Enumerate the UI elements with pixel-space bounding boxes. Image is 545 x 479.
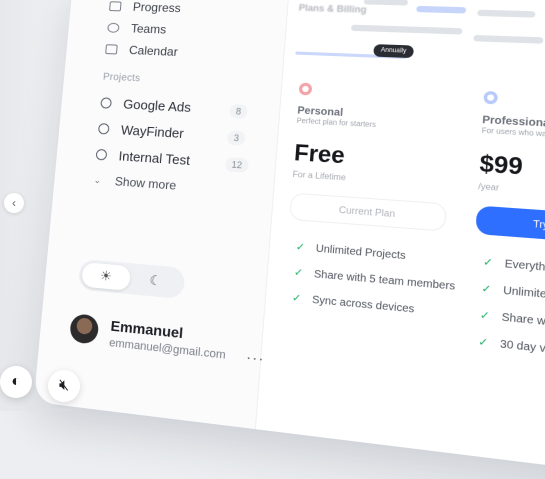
sidebar-item-teams[interactable]: Teams: [107, 21, 167, 37]
sidebar-item-label: Calendar: [128, 43, 179, 59]
project-count-badge: 3: [226, 130, 246, 146]
project-dot-icon: [100, 97, 112, 109]
show-more-button[interactable]: ⌄ Show more: [93, 173, 177, 193]
chevron-down-icon: ⌄: [93, 174, 102, 185]
projects-title: Projects: [102, 71, 141, 85]
theme-toggle[interactable]: ☀ ☾: [77, 258, 186, 300]
plan-feature: ✓ Share with 5 team members: [293, 267, 455, 293]
project-label: Google Ads: [122, 96, 192, 116]
calendar-icon: [105, 44, 118, 55]
sidebar: Progress Teams Calendar Projects Google …: [33, 0, 291, 430]
check-icon: ✓: [291, 292, 302, 306]
sun-icon[interactable]: ☀: [81, 262, 132, 291]
profile-email: emmanuel@gmail.com: [108, 336, 227, 362]
plan-price: $99: [478, 150, 524, 180]
app-stage: Progress Teams Calendar Projects Google …: [33, 0, 545, 479]
sidebar-project-internal-test[interactable]: Internal Test: [95, 147, 191, 168]
plan-subtitle: Perfect plan for starters: [296, 117, 377, 130]
check-icon: ✓: [481, 283, 492, 297]
project-dot-icon: [95, 148, 108, 161]
mute-icon[interactable]: 🔇︎: [48, 370, 80, 402]
feature-label: Share with 5 team members: [313, 268, 456, 293]
sidebar-item-label: Progress: [132, 0, 182, 16]
feature-label: Everything in Free: [504, 258, 545, 278]
plan-note: /year: [477, 181, 500, 193]
plan-feature: ✓ Share with 5: [479, 310, 545, 331]
plan-badge-icon: [483, 90, 499, 105]
blurred-tab: [416, 5, 467, 14]
check-icon: ✓: [477, 336, 489, 350]
page-title: Plans & Billing: [298, 2, 367, 15]
check-icon: ✓: [295, 241, 306, 254]
show-more-label: Show more: [114, 174, 177, 193]
plan-note: For a Lifetime: [292, 169, 347, 183]
project-label: WayFinder: [120, 122, 185, 142]
blurred-tab: [363, 0, 409, 6]
moon-icon[interactable]: ☾: [130, 266, 181, 295]
feature-label: Share with 5: [501, 311, 545, 331]
check-icon: ✓: [479, 309, 491, 323]
team-icon: [107, 22, 120, 33]
plan-badge-icon: [298, 82, 313, 96]
feature-label: Sync across devices: [311, 294, 415, 316]
sidebar-item-progress[interactable]: Progress: [109, 0, 182, 16]
plan-feature: ✓ Unlimited Projects: [481, 283, 545, 306]
main-panel: Plans & Billing Annually Personal Perfec…: [256, 0, 545, 479]
current-plan-button[interactable]: Current Plan: [289, 192, 447, 232]
plan-subtitle: For users who want to do more: [481, 127, 545, 141]
try-for-free-button[interactable]: Try for free: [475, 205, 545, 247]
plan-feature: ✓ Unlimited Projects: [295, 242, 406, 263]
project-count-badge: 8: [229, 103, 248, 120]
feature-label: Unlimited Projects: [315, 243, 407, 263]
plan-feature: ✓ 30 day version: [478, 336, 545, 358]
blurred-row: [350, 24, 463, 35]
app-window: Progress Teams Calendar Projects Google …: [33, 0, 545, 479]
feature-label: Unlimited Projects: [502, 285, 545, 306]
feature-label: 30 day version: [499, 338, 545, 359]
contrast-icon[interactable]: ◐: [0, 366, 32, 398]
sidebar-item-calendar[interactable]: Calendar: [105, 42, 178, 59]
plan-price: Free: [293, 139, 346, 169]
plan-card-personal: Personal Perfect plan for starters Free …: [266, 72, 467, 407]
plan-card-professional: Professional For users who want to do mo…: [453, 80, 545, 431]
avatar[interactable]: [69, 313, 100, 345]
check-icon: ✓: [482, 256, 494, 270]
plan-name: Personal: [296, 105, 344, 120]
blurred-tab: [477, 9, 536, 18]
plan-feature: ✓ Sync across devices: [292, 293, 415, 316]
project-dot-icon: [97, 123, 110, 135]
chevron-left-icon[interactable]: ‹: [4, 193, 24, 213]
project-label: Internal Test: [118, 148, 191, 168]
sidebar-project-wayfinder[interactable]: WayFinder: [97, 121, 185, 142]
sidebar-item-label: Teams: [130, 21, 167, 37]
check-icon: ✓: [293, 266, 304, 280]
plan-feature: ✓ Everything in Free: [483, 257, 545, 279]
progress-icon: [109, 1, 122, 12]
slider-tooltip: Annually: [373, 44, 414, 59]
sidebar-project-google-ads[interactable]: Google Ads: [100, 95, 192, 116]
blurred-row: [473, 34, 544, 44]
project-count-badge: 12: [224, 156, 249, 173]
